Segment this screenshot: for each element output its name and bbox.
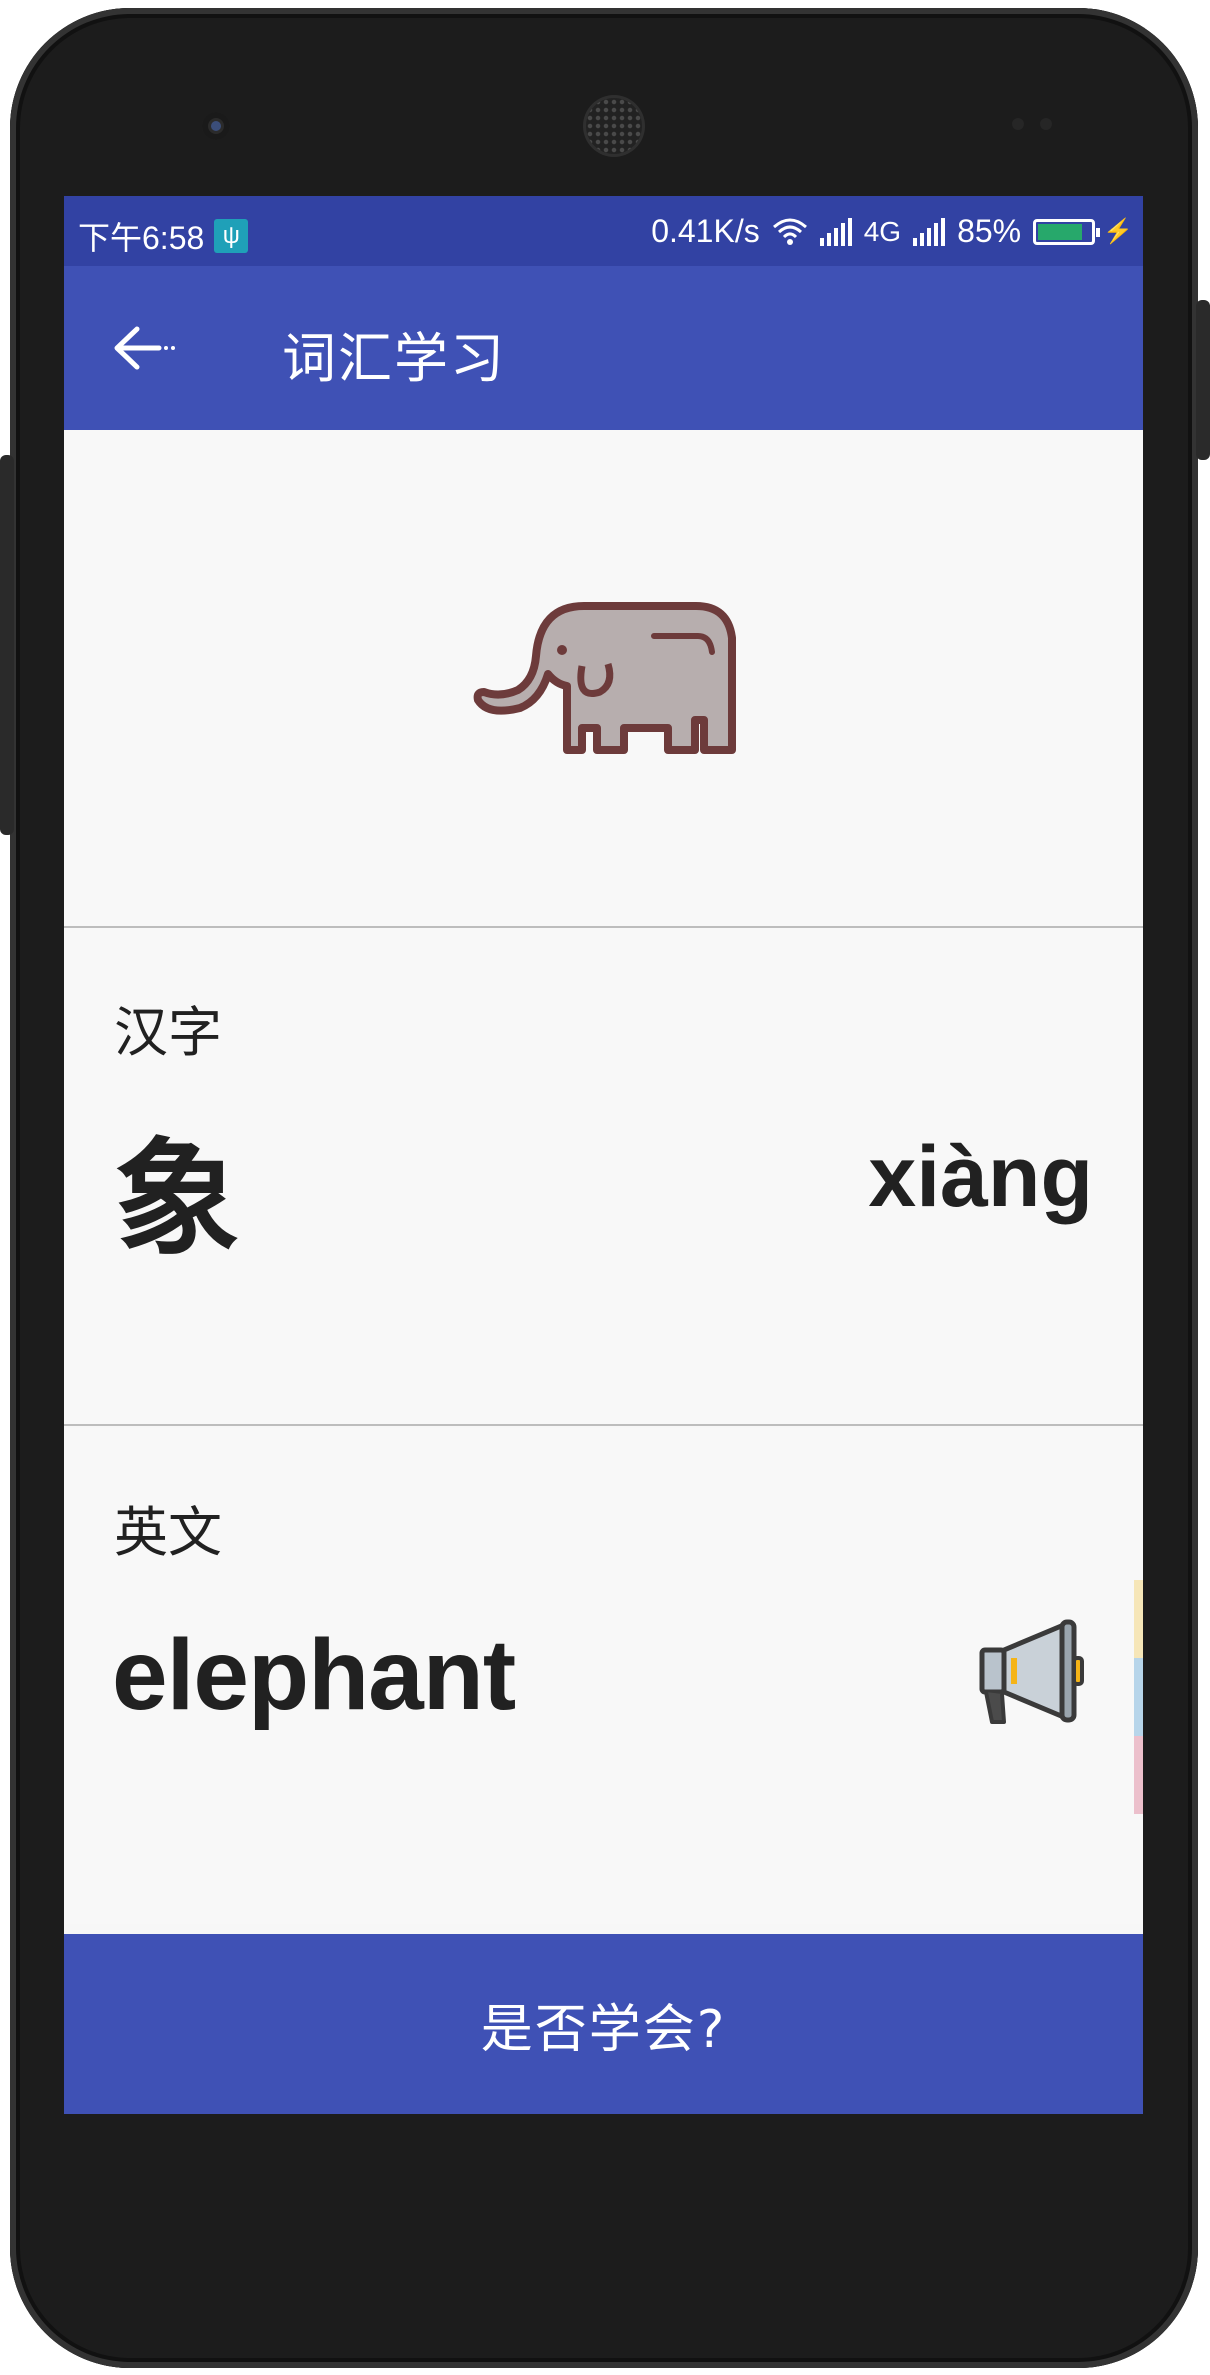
megaphone-icon[interactable]	[974, 1618, 1084, 1728]
screen: 下午6:58 ψ 0.41K/s 4G 85% ⚡ 词汇学习 汉字 象 xiàn…	[64, 196, 1143, 2114]
proximity-sensor	[1012, 118, 1024, 130]
signal-icon	[819, 217, 852, 246]
battery-icon	[1033, 218, 1101, 245]
english-word: elephant	[112, 1619, 516, 1731]
image-card	[64, 430, 1143, 928]
status-time: 下午6:58	[78, 220, 205, 256]
app-bar: 词汇学习	[64, 266, 1143, 430]
hanzi-card: 汉字 象 xiàng	[64, 928, 1143, 1426]
edge-color-tabs	[1134, 1580, 1143, 1814]
elephant-icon	[473, 602, 736, 754]
pinyin: xiàng	[868, 1129, 1093, 1225]
signal-icon-2	[913, 217, 946, 246]
hanzi-character: 象	[114, 1126, 240, 1273]
wifi-icon	[772, 218, 807, 245]
power-button	[1196, 300, 1210, 460]
battery-percent: 85%	[957, 213, 1022, 249]
english-card: 英文 elephant	[64, 1428, 1143, 1924]
light-sensor	[1040, 118, 1052, 130]
learned-button[interactable]: 是否学会?	[64, 1934, 1143, 2114]
network-type: 4G	[863, 215, 902, 247]
charging-icon: ⚡	[1103, 218, 1133, 245]
arrow-left-icon[interactable]	[108, 310, 184, 386]
hanzi-label: 汉字	[114, 1001, 222, 1064]
english-label: 英文	[114, 1501, 222, 1564]
page-title: 词汇学习	[282, 327, 506, 390]
usb-icon: ψ	[214, 219, 249, 253]
status-bar: 下午6:58 ψ 0.41K/s 4G 85% ⚡	[64, 196, 1143, 266]
net-speed: 0.41K/s	[651, 213, 760, 249]
earpiece-speaker	[586, 98, 642, 154]
front-camera	[202, 112, 230, 140]
volume-button	[0, 455, 14, 835]
